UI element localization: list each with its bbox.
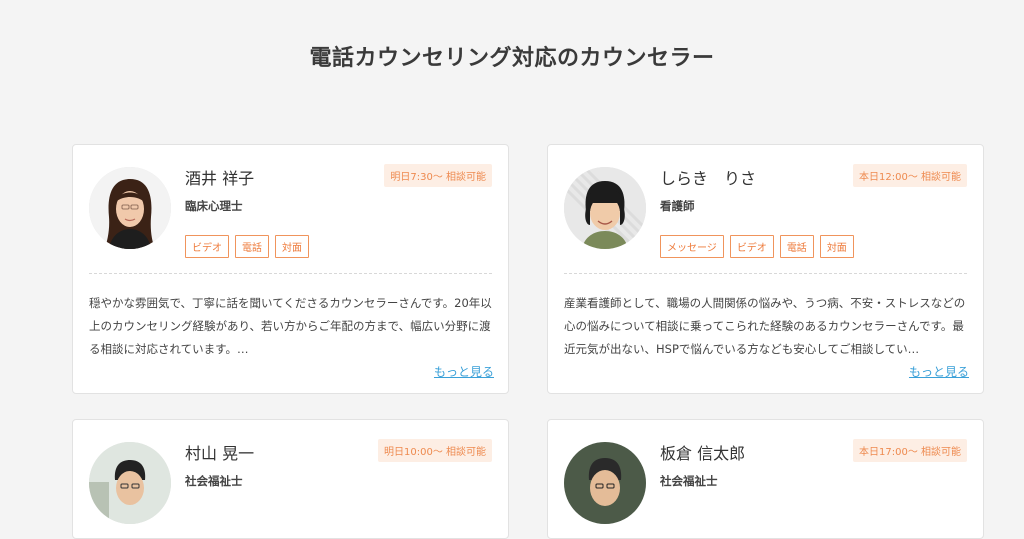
more-link[interactable]: もっと見る bbox=[434, 363, 494, 380]
counselor-name: しらき りさ bbox=[660, 169, 757, 188]
counselor-description: 産業看護師として、職場の人間関係の悩みや、うつ病、不安・ストレスなどの心の悩みに… bbox=[564, 296, 966, 356]
tag-phone: 電話 bbox=[779, 235, 814, 258]
counselor-card[interactable]: 酒井 祥子 臨床心理士 明日7:30〜 相談可能 ビデオ 電話 対面 穏やかな雰… bbox=[72, 144, 509, 394]
method-tags: メッセージ ビデオ 電話 対面 bbox=[660, 235, 854, 258]
avatar bbox=[564, 167, 646, 249]
page-title: 電話カウンセリング対応のカウンセラー bbox=[309, 46, 715, 71]
counselor-name: 酒井 祥子 bbox=[185, 169, 255, 188]
tag-in-person: 対面 bbox=[275, 235, 309, 258]
counselor-card[interactable]: 板倉 信太郎 社会福祉士 本日17:00〜 相談可能 bbox=[547, 419, 984, 539]
counselor-role: 臨床心理士 bbox=[185, 199, 243, 213]
counselor-name: 板倉 信太郎 bbox=[660, 444, 746, 463]
divider bbox=[564, 273, 967, 274]
tag-video: ビデオ bbox=[185, 235, 229, 258]
divider bbox=[89, 273, 492, 274]
availability-badge: 本日17:00〜 相談可能 bbox=[853, 439, 967, 462]
counselor-name: 村山 晃一 bbox=[185, 444, 255, 463]
counselor-card[interactable]: しらき りさ 看護師 本日12:00〜 相談可能 メッセージ ビデオ 電話 対面… bbox=[547, 144, 984, 394]
more-link[interactable]: もっと見る bbox=[909, 363, 969, 380]
avatar bbox=[89, 442, 171, 524]
availability-badge: 明日7:30〜 相談可能 bbox=[384, 164, 492, 187]
availability-badge: 本日12:00〜 相談可能 bbox=[853, 164, 967, 187]
method-tags: ビデオ 電話 対面 bbox=[185, 235, 309, 258]
tag-in-person: 対面 bbox=[819, 235, 854, 258]
availability-badge: 明日10:00〜 相談可能 bbox=[378, 439, 492, 462]
tag-phone: 電話 bbox=[235, 235, 269, 258]
counselor-description: 穏やかな雰囲気で、丁寧に話を聞いてくださるカウンセラーさんです。20年以上のカウ… bbox=[89, 296, 492, 356]
counselor-card[interactable]: 村山 晃一 社会福祉士 明日10:00〜 相談可能 bbox=[72, 419, 509, 539]
tag-video: ビデオ bbox=[729, 235, 774, 258]
counselor-role: 社会福祉士 bbox=[660, 474, 718, 488]
avatar bbox=[89, 167, 171, 249]
counselor-role: 看護師 bbox=[660, 199, 695, 213]
avatar bbox=[564, 442, 646, 524]
tag-message: メッセージ bbox=[660, 235, 724, 258]
counselor-role: 社会福祉士 bbox=[185, 474, 243, 488]
